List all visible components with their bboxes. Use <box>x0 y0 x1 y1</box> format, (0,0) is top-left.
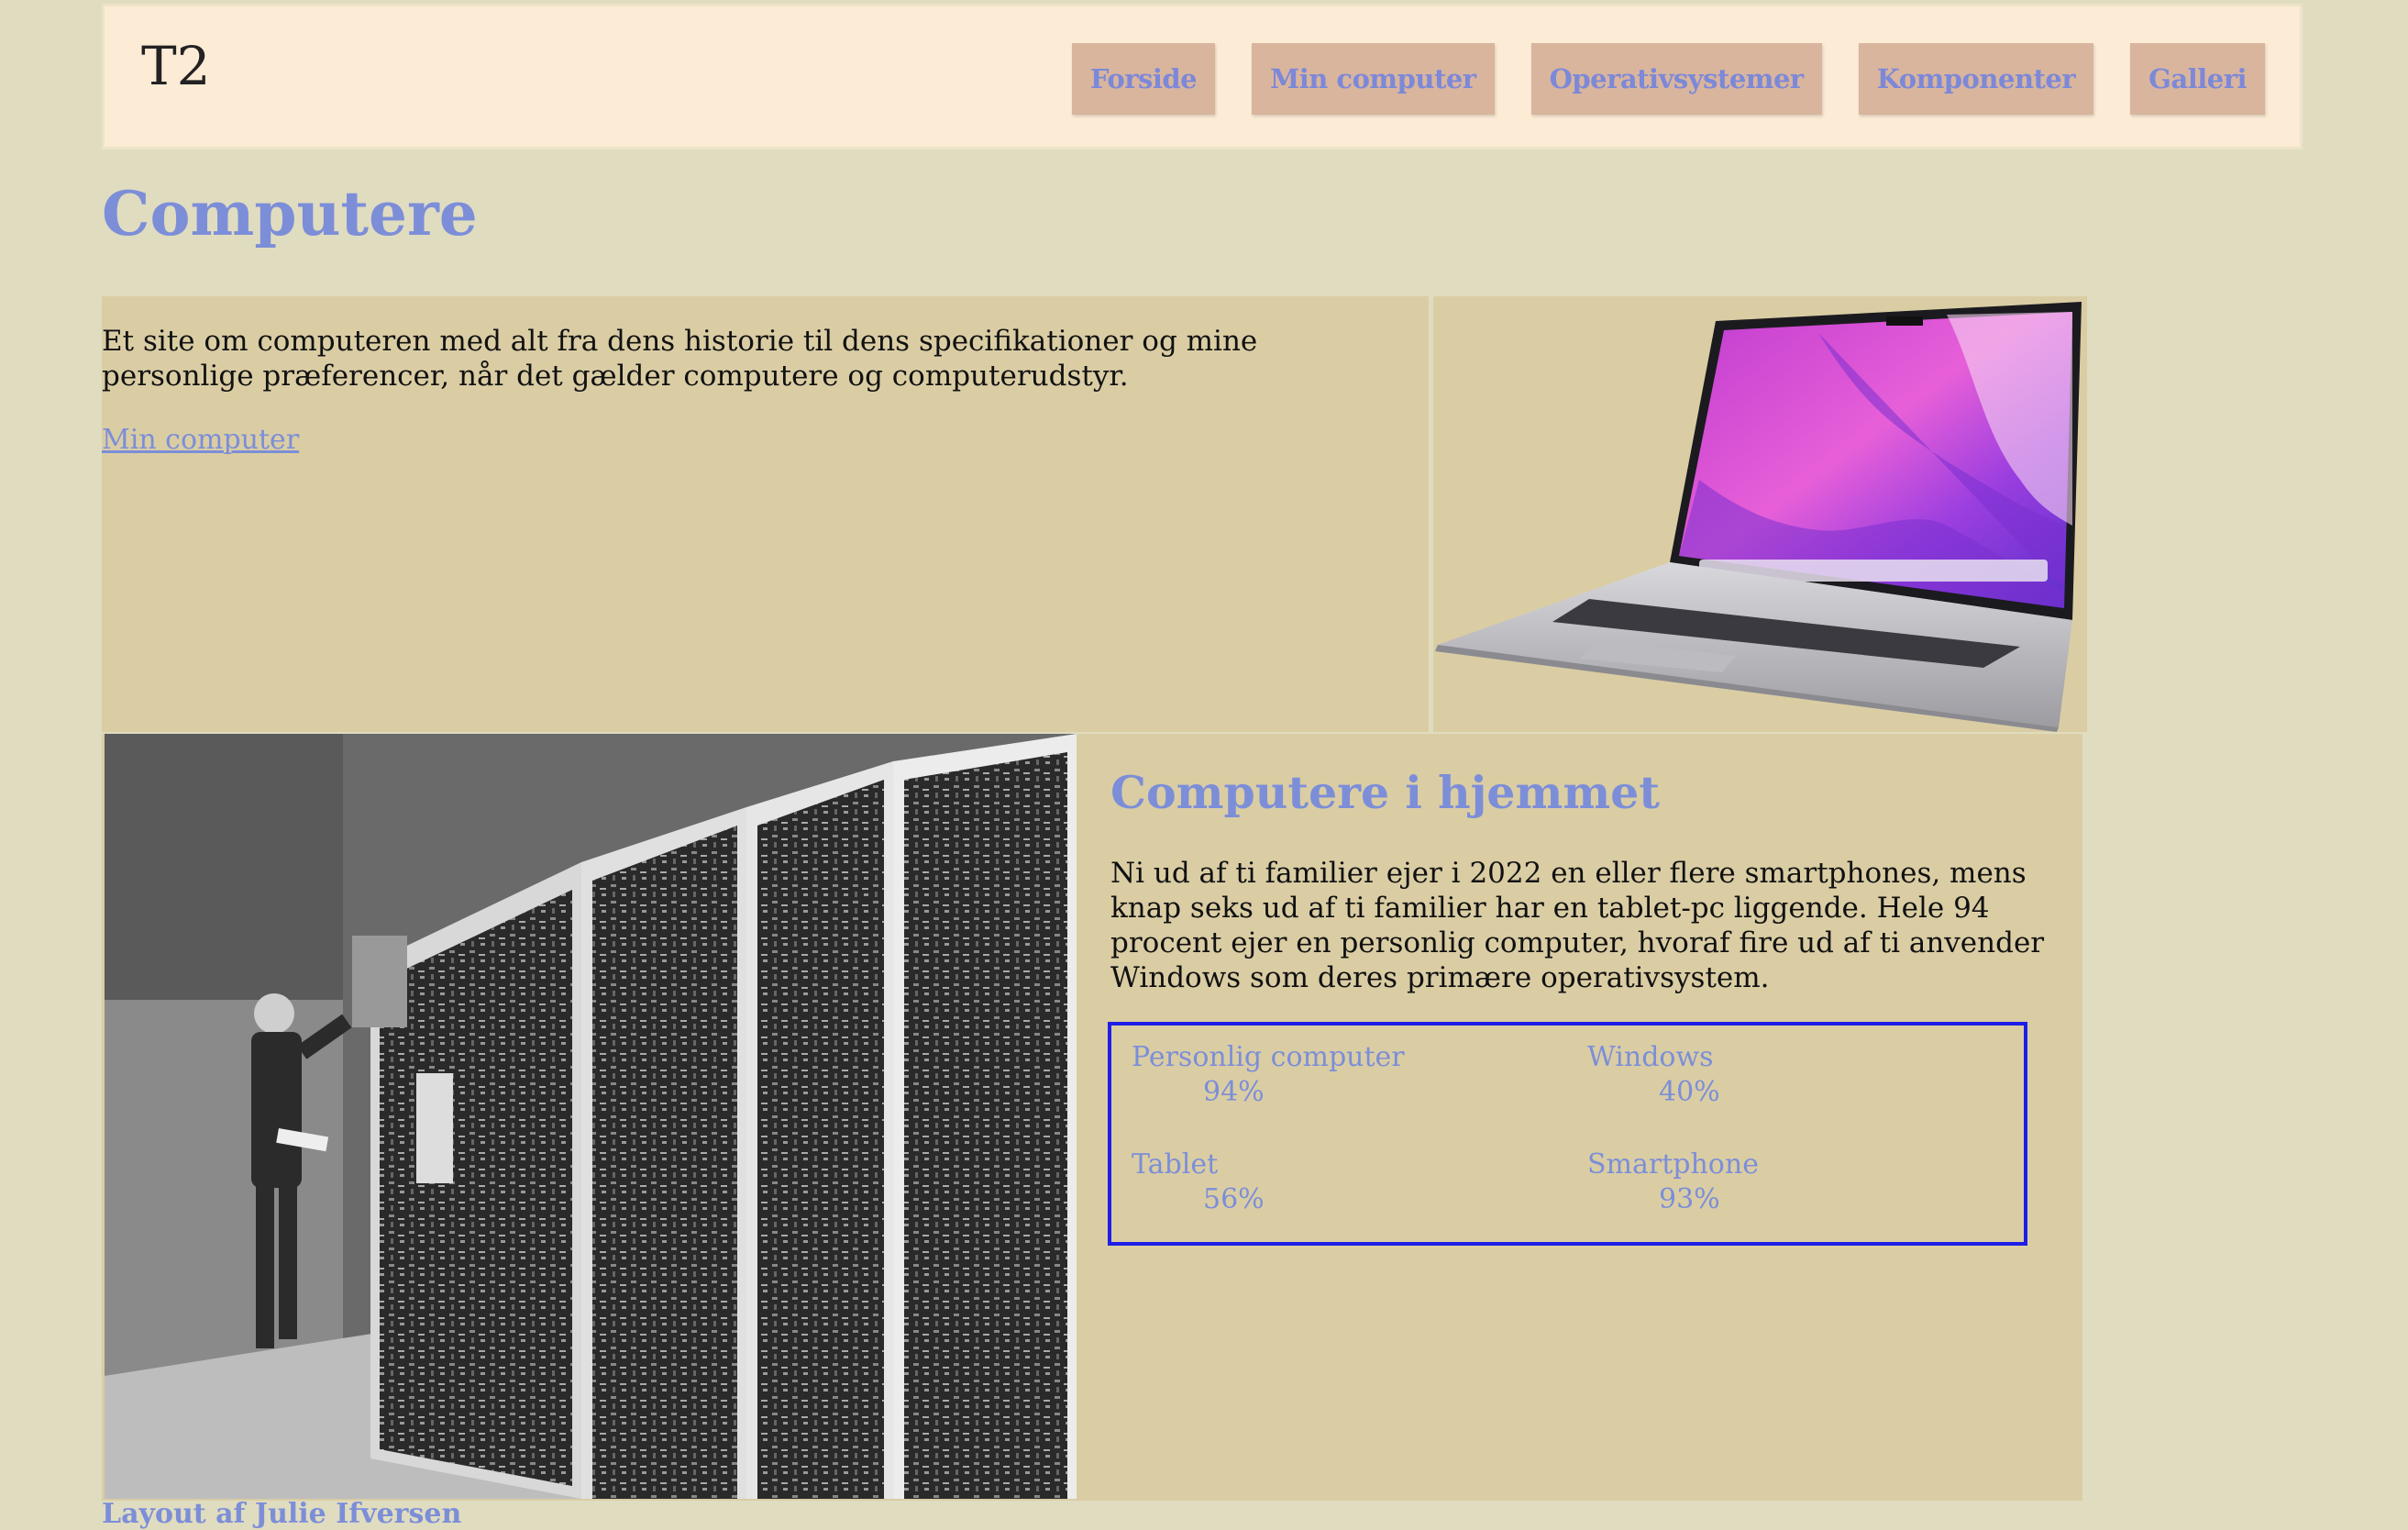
stat-value: 94% <box>1203 1076 1265 1108</box>
min-computer-link[interactable]: Min computer <box>102 424 299 456</box>
stat-label: Personlig computer <box>1132 1041 1405 1073</box>
stat-smartphone: Smartphone 93% <box>1587 1148 1759 1217</box>
page-title: Computere <box>102 178 478 249</box>
stats-box: Personlig computer 94% Windows 40% Table… <box>1108 1022 2027 1246</box>
stat-label: Tablet <box>1132 1148 1219 1181</box>
stat-value: 56% <box>1203 1183 1265 1215</box>
nav-operativsystemer[interactable]: Operativsystemer <box>1530 43 1822 115</box>
stat-label: Smartphone <box>1587 1148 1759 1181</box>
site-logo[interactable]: T2 <box>141 39 211 93</box>
nav-galleri[interactable]: Galleri <box>2130 43 2265 115</box>
home-section: Computere i hjemmet Ni ud af ti familier… <box>102 734 2082 1501</box>
home-text: Ni ud af ti familier ejer i 2022 en elle… <box>1110 857 2045 994</box>
mainframe-illustration <box>105 734 1077 1499</box>
nav-forside[interactable]: Forside <box>1071 43 1216 115</box>
nav-min-computer[interactable]: Min computer <box>1252 43 1495 115</box>
footer-credit: Layout af Julie Ifversen <box>102 1498 462 1530</box>
historic-computer-photo <box>105 734 1077 1499</box>
laptop-illustration <box>1435 302 2082 732</box>
stat-tablet: Tablet 56% <box>1132 1148 1265 1217</box>
nav-komponenter[interactable]: Komponenter <box>1858 43 2094 115</box>
stat-windows: Windows 40% <box>1587 1040 1720 1110</box>
stat-value: 40% <box>1659 1076 1720 1108</box>
stat-personal-computer: Personlig computer 94% <box>1132 1040 1405 1110</box>
stat-value: 93% <box>1659 1183 1720 1215</box>
intro-section: Et site om computeren med alt fra dens h… <box>102 296 1429 732</box>
stat-label: Windows <box>1587 1041 1714 1073</box>
main-nav: Forside Min computer Operativsystemer Ko… <box>1071 43 2265 115</box>
site-header: T2 Forside Min computer Operativsystemer… <box>102 4 2303 150</box>
intro-text: Et site om computeren med alt fra dens h… <box>102 325 1258 393</box>
laptop-image <box>1433 296 2087 732</box>
home-title: Computere i hjemmet <box>1110 766 1660 819</box>
